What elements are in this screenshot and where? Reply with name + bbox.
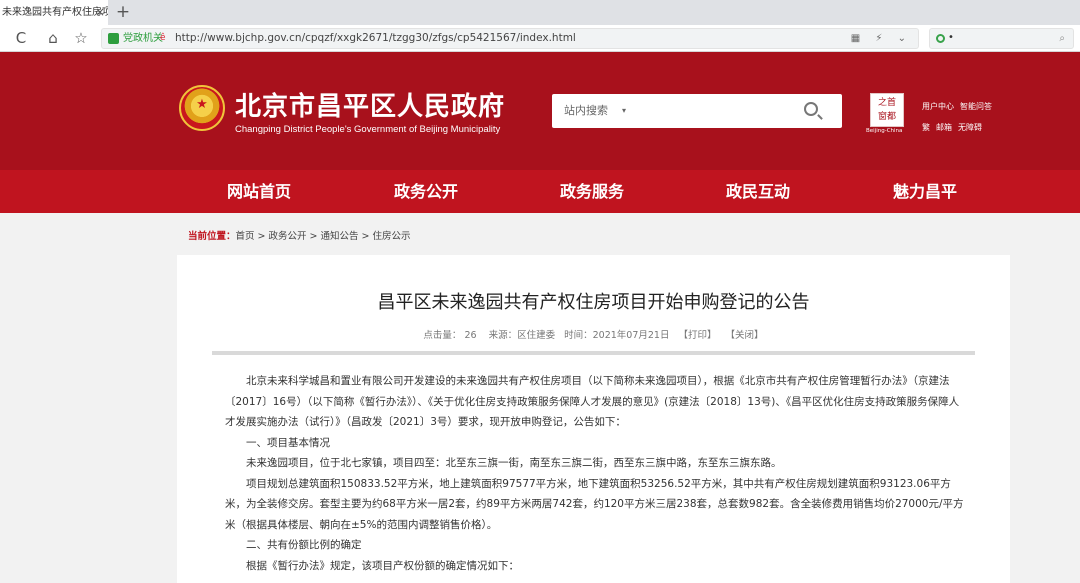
site-search-input[interactable]: 站内搜索 — [564, 94, 608, 128]
accessibility-link[interactable]: 无障碍 — [958, 123, 982, 132]
article-panel: 昌平区未来逸园共有产权住房项目开始申购登记的公告 点击量： 26 来源：区住建委 … — [177, 255, 1010, 583]
article-paragraph: 北京未来科学城昌和置业有限公司开发建设的未来逸园共有产权住房项目（以下简称未来逸… — [225, 375, 960, 428]
home-icon[interactable]: ⌂ — [42, 25, 64, 52]
mailbox-link[interactable]: 邮箱 — [936, 123, 952, 132]
close-link[interactable]: 【关闭】 — [726, 330, 764, 341]
bookmark-star-icon[interactable]: ☆ — [70, 25, 92, 52]
refresh-icon[interactable]: C — [10, 25, 32, 52]
capital-window-logo[interactable]: 之首 窗都 — [870, 93, 904, 127]
article-meta: 点击量： 26 来源：区住建委 时间：2021年07月21日 【打印】 【关闭】 — [177, 327, 1010, 341]
close-tab-icon[interactable]: × — [93, 0, 107, 25]
site-header: ★ 北京市昌平区人民政府 Changping District People's… — [0, 52, 1080, 170]
gov-badge-label: 党政机关 — [123, 33, 163, 44]
meta-divider — [212, 351, 975, 355]
article-title: 昌平区未来逸园共有产权住房项目开始申购登记的公告 — [377, 292, 810, 313]
emblem-star-icon: ★ — [196, 97, 208, 112]
main-nav: 网站首页 政务公开 政务服务 政民互动 魅力昌平 — [0, 170, 1080, 213]
nav-item-charm-changping[interactable]: 魅力昌平 — [893, 170, 957, 213]
capital-logo-caption: Beijing-China — [866, 128, 903, 134]
article-paragraph: 项目规划总建筑面积150833.52平方米，地上建筑面积97577平方米，地下建… — [225, 477, 964, 531]
clicks-label: 点击量： 26 — [423, 330, 479, 341]
traditional-chinese-link[interactable]: 繁 — [922, 123, 930, 132]
site-search-box[interactable]: 站内搜索 ▾ — [552, 94, 842, 128]
search-text: • — [948, 32, 954, 43]
nav-item-home[interactable]: 网站首页 — [227, 170, 291, 213]
site-title[interactable]: 北京市昌平区人民政府 — [235, 86, 505, 123]
clicks-count: 26 — [464, 330, 477, 341]
address-url[interactable]: http://www.bjchp.gov.cn/cpqzf/xxgk2671/t… — [175, 29, 576, 48]
search-engine-icon — [936, 34, 945, 43]
new-tab-icon[interactable]: + — [114, 0, 132, 25]
print-link[interactable]: 【打印】 — [679, 330, 717, 341]
user-center-link[interactable]: 用户中心 — [922, 102, 954, 111]
breadcrumb: 当前位置：首页 > 政务公开 > 通知公告 > 住房公示 — [188, 228, 411, 242]
section-heading: 一、项目基本情况 — [246, 436, 330, 449]
ie-mode-icon: ê — [160, 33, 166, 43]
nav-item-gov-affairs-open[interactable]: 政务公开 — [394, 170, 458, 213]
browser-tab[interactable]: 未来逸园共有产权住房项 — [0, 0, 108, 25]
section-heading: 二、共有份额比例的确定 — [246, 539, 362, 551]
article-source: 来源：区住建委 — [488, 330, 556, 341]
nav-item-gov-services[interactable]: 政务服务 — [560, 170, 624, 213]
address-bar[interactable]: 党政机关 ê http://www.bjchp.gov.cn/cpqzf/xxg… — [101, 28, 919, 49]
site-subtitle: Changping District People's Government o… — [235, 124, 501, 135]
gov-badge-icon — [108, 33, 119, 44]
smart-qa-link[interactable]: 智能问答 — [960, 102, 992, 111]
chevron-down-icon[interactable]: ▾ — [622, 94, 626, 128]
breadcrumb-path[interactable]: 首页 > 政务公开 > 通知公告 > 住房公示 — [236, 231, 411, 242]
browser-search-box[interactable]: • ⌕ — [929, 28, 1074, 49]
article-paragraph: 根据《暂行办法》规定，该项目产权份额的确定情况如下： — [246, 559, 519, 572]
article-time: 时间：2021年07月21日 — [564, 330, 670, 341]
capital-logo-text: 之首 窗都 — [877, 98, 896, 122]
header-links: 用户中心 智能问答 繁邮箱 无障碍 — [922, 96, 1002, 138]
browser-tab-bar: 未来逸园共有产权住房项 × + — [0, 0, 1080, 25]
search-icon[interactable]: ⌕ — [1059, 29, 1065, 48]
national-emblem-icon[interactable]: ★ — [179, 85, 225, 131]
article-body: 北京未来科学城昌和置业有限公司开发建设的未来逸园共有产权住房项目（以下简称未来逸… — [225, 371, 965, 576]
address-actions-icon[interactable]: ▦ ⚡ ⌄ — [851, 29, 912, 48]
search-icon[interactable] — [804, 102, 818, 116]
browser-toolbar: C ⌂ ☆ 党政机关 ê http://www.bjchp.gov.cn/cpq… — [0, 25, 1080, 52]
article-paragraph: 未来逸园项目，位于北七家镇，项目四至：北至东三旗一街，南至东三旗二街，西至东三旗… — [246, 457, 782, 469]
clicks-label-text: 点击量： — [423, 330, 462, 341]
breadcrumb-label: 当前位置： — [188, 231, 236, 242]
nav-item-interaction[interactable]: 政民互动 — [726, 170, 790, 213]
